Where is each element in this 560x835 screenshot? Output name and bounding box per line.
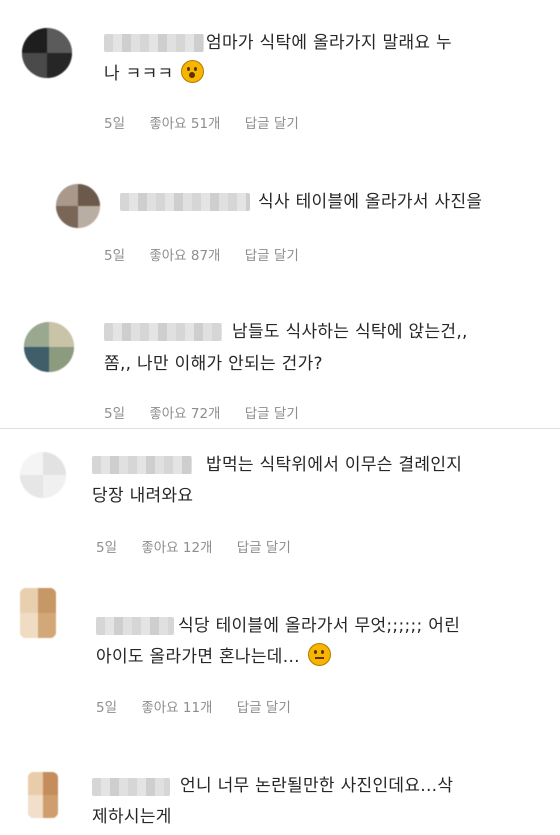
divider [0, 428, 560, 429]
comment-text-line: 아이도 올라가면 혼나는데... [96, 647, 300, 667]
comment-time[interactable]: 5일 [96, 540, 117, 556]
comment-time[interactable]: 5일 [96, 700, 117, 716]
comment-text: 당장 내려와요 [92, 486, 194, 506]
avatar[interactable] [56, 184, 100, 228]
comment-likes[interactable]: 좋아요 72개 [149, 406, 220, 422]
username-blurred[interactable] [96, 617, 174, 635]
comment-likes[interactable]: 좋아요 51개 [149, 116, 220, 132]
comment-meta: 5일 좋아요 11개 답글 달기 [96, 696, 311, 716]
reply-button[interactable]: 답글 달기 [237, 700, 291, 716]
comment-text: 엄마가 식탁에 올라가지 말래요 누 [206, 33, 452, 53]
comment-text-line: 나 ㅋㅋㅋ [104, 64, 174, 84]
reply-button[interactable]: 답글 달기 [237, 540, 291, 556]
comment-text: 식당 테이블에 올라가서 무엇;;;;;; 어린 [178, 616, 461, 636]
comment-meta: 5일 좋아요 12개 답글 달기 [96, 536, 311, 556]
reply-button[interactable]: 답글 달기 [245, 406, 299, 422]
astonished-face-icon [181, 60, 205, 83]
username-blurred[interactable] [104, 323, 222, 341]
comment-time[interactable]: 5일 [104, 248, 125, 264]
avatar[interactable] [28, 772, 58, 818]
comment-text: 나 ㅋㅋㅋ [104, 60, 205, 88]
comment-text: 남들도 식사하는 식탁에 앉는건,, [232, 322, 468, 342]
username-blurred[interactable] [104, 34, 204, 52]
comment-time[interactable]: 5일 [104, 406, 125, 422]
comment-text: 언니 너무 논란될만한 사진인데요...삭 [180, 776, 454, 796]
comment-meta: 5일 좋아요 87개 답글 달기 [104, 244, 319, 264]
username-blurred[interactable] [120, 193, 250, 211]
comment-text: 식사 테이블에 올라가서 사진을 [258, 192, 483, 212]
reply-button[interactable]: 답글 달기 [245, 248, 299, 264]
username-blurred[interactable] [92, 456, 192, 474]
comment-likes[interactable]: 좋아요 87개 [149, 248, 220, 264]
comment-meta: 5일 좋아요 51개 답글 달기 [104, 112, 319, 132]
comment-likes[interactable]: 좋아요 12개 [141, 540, 212, 556]
comment-time[interactable]: 5일 [104, 116, 125, 132]
avatar[interactable] [20, 588, 56, 638]
username-blurred[interactable] [92, 778, 170, 796]
avatar[interactable] [20, 452, 66, 498]
neutral-face-icon [307, 643, 331, 666]
comment-text: 아이도 올라가면 혼나는데... [96, 643, 331, 671]
comment-meta: 5일 좋아요 72개 답글 달기 [104, 402, 319, 422]
comment-text: 밥먹는 식탁위에서 이무슨 결례인지 [206, 455, 463, 475]
avatar[interactable] [22, 28, 72, 78]
comment-likes[interactable]: 좋아요 11개 [141, 700, 212, 716]
avatar[interactable] [24, 322, 74, 372]
comment-text: 제하시는게 [92, 807, 172, 827]
comment-text: 쫌,, 나만 이해가 안되는 건가? [104, 354, 323, 374]
reply-button[interactable]: 답글 달기 [245, 116, 299, 132]
